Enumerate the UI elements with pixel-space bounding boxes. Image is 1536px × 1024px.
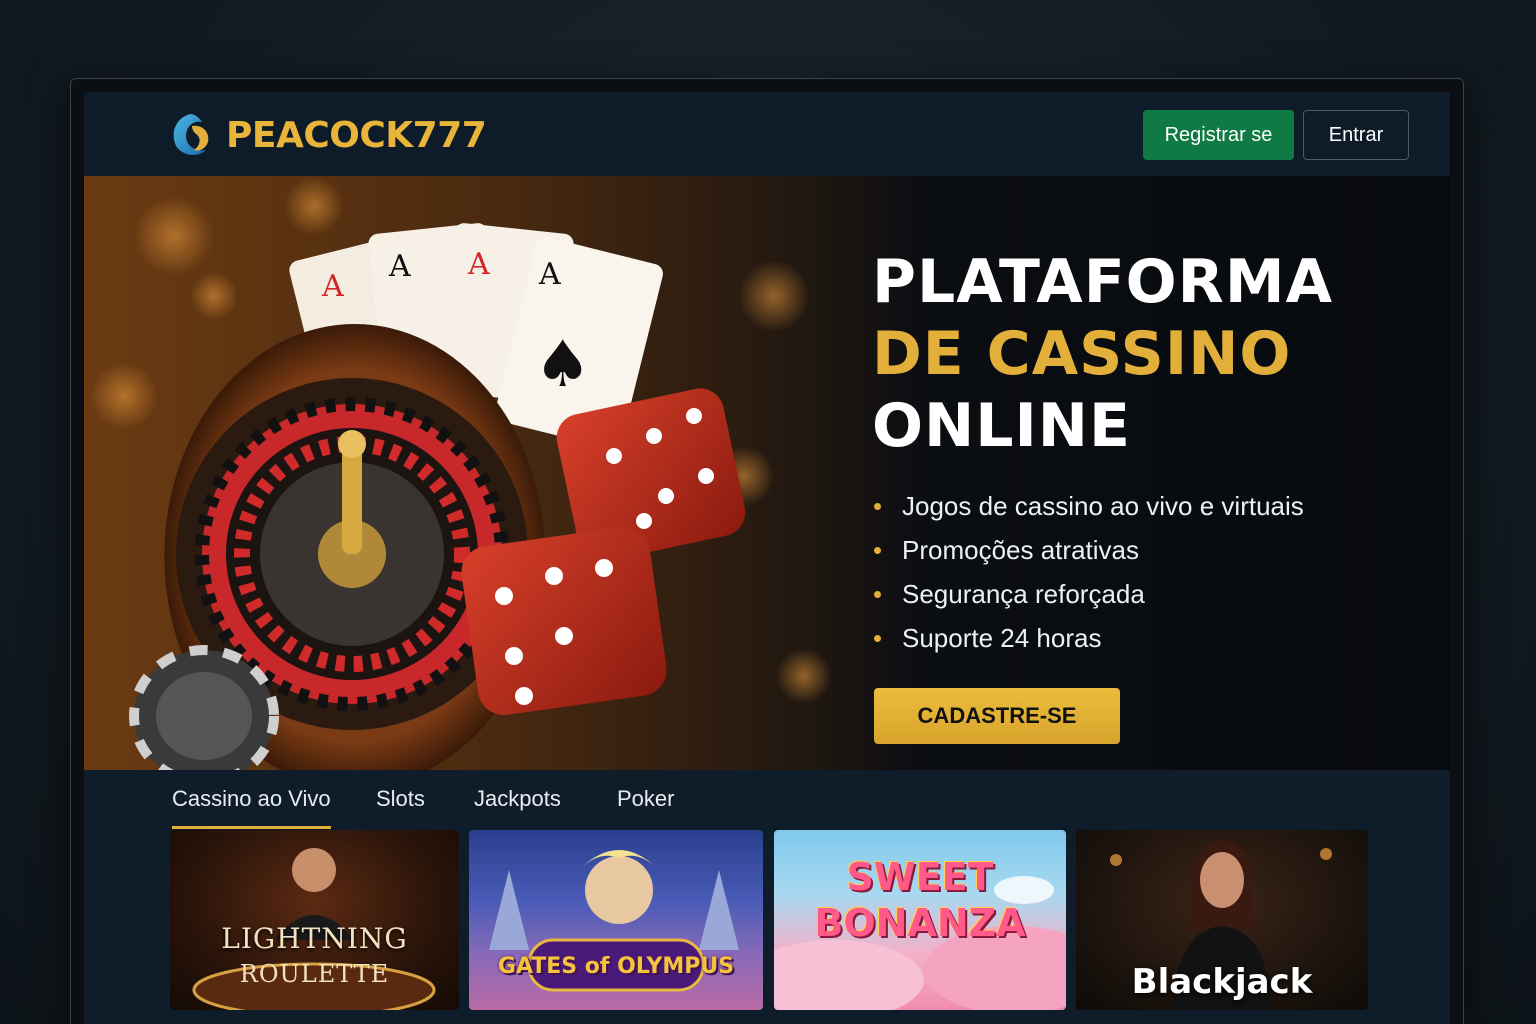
hero-title-line3: ONLINE xyxy=(872,391,1131,461)
brand-name: PEACOCK777 xyxy=(226,114,487,156)
feature-text: Suporte 24 horas xyxy=(902,622,1102,653)
game-title: GATES of OLYMPUS xyxy=(497,954,735,979)
game-title-line1: SWEET xyxy=(846,855,994,899)
game-card-lightning-roulette[interactable]: LIGHTNING ROULETTE xyxy=(170,830,459,1010)
hero-title-line2: DE CASSINO xyxy=(872,319,1292,389)
svg-text:♠: ♠ xyxy=(534,328,591,402)
feature-text: Segurança reforçada xyxy=(902,578,1145,609)
game-title: SWEET BONANZA xyxy=(774,854,1066,946)
login-button[interactable]: Entrar xyxy=(1303,110,1409,160)
casino-hero-illustration: A A A A ♠ xyxy=(90,176,832,770)
game-title-line2: BONANZA xyxy=(814,901,1026,945)
bullet-icon xyxy=(874,546,881,554)
hero-title-line1: PLATAFORMA xyxy=(872,247,1334,317)
hero-title: PLATAFORMA DE CASSINO ONLINE xyxy=(872,246,1333,462)
svg-text:A: A xyxy=(538,257,561,292)
brand-logo[interactable]: PEACOCK777 xyxy=(168,110,487,160)
game-card-sweet-bonanza[interactable]: SWEET BONANZA xyxy=(774,830,1066,1010)
register-button[interactable]: Registrar se xyxy=(1143,110,1294,160)
tab-poker[interactable]: Poker xyxy=(617,786,674,826)
olympus-art xyxy=(489,850,739,992)
feature-item: Jogos de cassino ao vivo e virtuais xyxy=(874,484,1304,528)
feature-text: Jogos de cassino ao vivo e virtuais xyxy=(902,490,1304,521)
svg-text:A: A xyxy=(467,247,490,282)
bullet-icon xyxy=(874,590,881,598)
game-grid: LIGHTNING ROULETTE GATES of OLYMPUS SWEE… xyxy=(168,830,1368,1020)
signup-cta-button[interactable]: CADASTRE-SE xyxy=(874,688,1120,744)
game-category-tabs: Cassino ao Vivo Slots Jackpots Poker xyxy=(84,770,1450,830)
feature-item: Segurança reforçada xyxy=(874,572,1304,616)
game-title-line1: LIGHTNING xyxy=(221,922,408,955)
game-card-blackjack[interactable]: Blackjack xyxy=(1076,830,1368,1010)
svg-text:A: A xyxy=(388,249,411,284)
svg-text:A: A xyxy=(321,269,344,304)
game-card-gates-of-olympus[interactable]: GATES of OLYMPUS xyxy=(469,830,763,1010)
browser-screen: PEACOCK777 Registrar se Entrar A A A A ♠… xyxy=(84,92,1450,1024)
game-title-line2: ROULETTE xyxy=(239,960,390,988)
bullet-icon xyxy=(874,502,881,510)
feature-text: Promoções atrativas xyxy=(902,534,1139,565)
peacock-logo-icon xyxy=(173,114,209,155)
tab-slots[interactable]: Slots xyxy=(376,786,425,826)
feature-list: Jogos de cassino ao vivo e virtuais Prom… xyxy=(874,484,1304,660)
bullet-icon xyxy=(874,634,881,642)
game-title: Blackjack xyxy=(1131,962,1313,1002)
tab-live-casino[interactable]: Cassino ao Vivo xyxy=(172,786,331,829)
site-header: PEACOCK777 Registrar se Entrar xyxy=(84,92,1450,176)
hero-banner: A A A A ♠ PLATAFORMA DE CASSINO ONLINE J… xyxy=(84,176,1450,770)
feature-item: Promoções atrativas xyxy=(874,528,1304,572)
tab-jackpots[interactable]: Jackpots xyxy=(474,786,561,826)
feature-item: Suporte 24 horas xyxy=(874,616,1304,660)
